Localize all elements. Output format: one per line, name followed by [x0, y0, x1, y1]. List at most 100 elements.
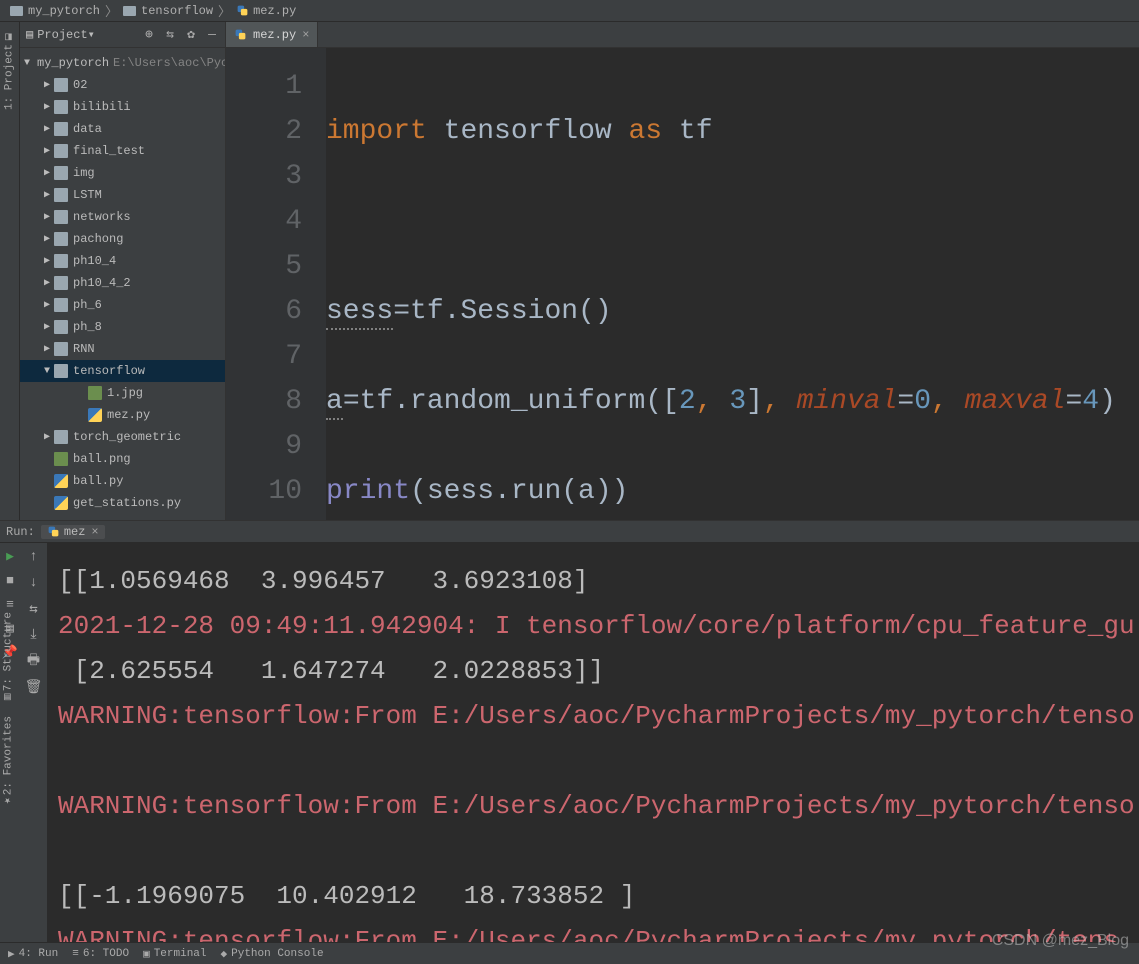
tree-label: 02: [73, 78, 87, 92]
editor-tabs: mez.py ×: [226, 22, 1139, 48]
expand-arrow-icon[interactable]: [42, 277, 52, 289]
folder-icon: [54, 342, 68, 356]
run-tab-label: mez: [64, 525, 86, 539]
tree-folder[interactable]: pachong: [20, 228, 225, 250]
project-tree[interactable]: my_pytorch E:\Users\aoc\Pyc 02 bilibilida…: [20, 48, 225, 520]
hide-icon[interactable]: —: [205, 28, 219, 42]
bottom-todo[interactable]: ≡6: TODO: [72, 948, 129, 960]
expand-arrow-icon[interactable]: [42, 299, 52, 311]
tree-folder[interactable]: networks: [20, 206, 225, 228]
run-header: Run: mez ×: [0, 521, 1139, 543]
print-icon[interactable]: 🖶: [26, 653, 42, 669]
tree-root[interactable]: my_pytorch E:\Users\aoc\Pyc: [20, 52, 225, 74]
tree-item[interactable]: get_stations.py: [20, 492, 225, 514]
expand-arrow-icon[interactable]: [42, 321, 52, 333]
line-number[interactable]: 10: [226, 469, 302, 514]
expand-arrow-icon[interactable]: [42, 189, 52, 201]
run-tab-mez[interactable]: mez ×: [41, 525, 105, 539]
bottom-terminal[interactable]: ▣Terminal: [143, 947, 206, 961]
bottom-python-console[interactable]: ◆Python Console: [221, 947, 324, 961]
console-line: [2.625554 1.647274 2.0228853]]: [58, 649, 1129, 694]
list-icon: ≡: [72, 948, 79, 960]
rerun-icon[interactable]: ▶: [3, 549, 17, 563]
expand-arrow-icon[interactable]: [42, 366, 52, 377]
tree-folder[interactable]: data: [20, 118, 225, 140]
bottom-run[interactable]: ▶4: Run: [8, 947, 58, 961]
expand-arrow-icon[interactable]: [42, 79, 52, 91]
crumb-project[interactable]: my_pytorch: [6, 4, 104, 18]
line-number[interactable]: 7: [226, 334, 302, 379]
tree-folder[interactable]: RNN: [20, 338, 225, 360]
editor-gutter[interactable]: 12345678910: [226, 48, 326, 520]
tool-tab-project[interactable]: 1: Project ◧: [3, 28, 16, 113]
collapse-icon[interactable]: ⇆: [163, 28, 177, 42]
tree-file[interactable]: 1.jpg: [20, 382, 225, 404]
file-icon: [88, 408, 102, 422]
console-line: [[-1.1969075 10.402912 18.733852 ]: [58, 874, 1129, 919]
expand-arrow-icon[interactable]: [42, 101, 52, 113]
expand-arrow-icon[interactable]: [42, 211, 52, 223]
project-view-combo[interactable]: ▤ Project ▾: [26, 27, 135, 42]
expand-arrow-icon[interactable]: [42, 431, 52, 443]
trash-icon[interactable]: 🗑: [26, 679, 42, 695]
tree-item[interactable]: ball.png: [20, 448, 225, 470]
crumb-file[interactable]: mez.py: [232, 4, 300, 18]
tree-label: pachong: [73, 232, 123, 246]
tree-folder[interactable]: ph_6: [20, 294, 225, 316]
folder-icon: [54, 100, 68, 114]
close-tab-icon[interactable]: ×: [91, 525, 98, 539]
tool-tab-favorites[interactable]: ★ 2: Favorites: [0, 710, 17, 814]
tree-label: img: [73, 166, 95, 180]
tree-label: get_stations.py: [73, 496, 181, 510]
tree-folder[interactable]: 02: [20, 74, 225, 96]
settings-icon[interactable]: ✿: [184, 28, 198, 42]
tree-item[interactable]: ball.py: [20, 470, 225, 492]
tree-folder[interactable]: bilibili: [20, 96, 225, 118]
expand-arrow-icon[interactable]: [42, 123, 52, 135]
project-tool-window: ▤ Project ▾ ⊕ ⇆ ✿ — my_pytorch E:\Users\…: [20, 22, 226, 520]
tree-folder[interactable]: LSTM: [20, 184, 225, 206]
close-tab-icon[interactable]: ×: [302, 28, 309, 42]
tree-folder[interactable]: final_test: [20, 140, 225, 162]
folder-icon: [54, 144, 68, 158]
locate-icon[interactable]: ⊕: [142, 28, 156, 42]
console-output[interactable]: [[1.0569468 3.996457 3.6923108]2021-12-2…: [48, 543, 1139, 943]
arrow-up-icon[interactable]: ↑: [26, 549, 42, 565]
line-number[interactable]: 5: [226, 244, 302, 289]
chevron-right-icon: 〉: [105, 1, 118, 20]
tool-tab-structure[interactable]: ▤ 7: Structure: [0, 606, 17, 710]
tree-folder[interactable]: img: [20, 162, 225, 184]
folder-icon: [54, 298, 68, 312]
line-number[interactable]: 1: [226, 64, 302, 109]
expand-arrow-icon[interactable]: [42, 233, 52, 245]
line-number[interactable]: 6: [226, 289, 302, 334]
line-number[interactable]: 3: [226, 154, 302, 199]
expand-arrow-icon[interactable]: [42, 167, 52, 179]
line-number[interactable]: 8: [226, 379, 302, 424]
arrow-down-icon[interactable]: ↓: [26, 575, 42, 591]
tree-folder-tensorflow[interactable]: tensorflow: [20, 360, 225, 382]
tree-folder[interactable]: ph_8: [20, 316, 225, 338]
tree-folder[interactable]: ph10_4: [20, 250, 225, 272]
line-number[interactable]: 4: [226, 199, 302, 244]
stop-icon[interactable]: ■: [3, 573, 17, 587]
expand-arrow-icon[interactable]: [42, 343, 52, 355]
crumb-folder[interactable]: tensorflow: [119, 4, 217, 18]
left-tool-strip-lower: ▤ 7: Structure ★ 2: Favorites: [0, 606, 20, 814]
line-number[interactable]: 9: [226, 424, 302, 469]
editor-tab-mez[interactable]: mez.py ×: [226, 22, 318, 47]
tree-folder[interactable]: ph10_4_2: [20, 272, 225, 294]
scroll-icon[interactable]: ⤓: [26, 627, 42, 643]
wrap-icon[interactable]: ⇆: [26, 601, 42, 617]
tree-file[interactable]: mez.py: [20, 404, 225, 426]
tree-item[interactable]: torch_geometric: [20, 426, 225, 448]
line-number[interactable]: 2: [226, 109, 302, 154]
expand-arrow-icon[interactable]: [24, 58, 30, 69]
file-icon: [54, 496, 68, 510]
tree-label: RNN: [73, 342, 95, 356]
code-editor[interactable]: import tensorflow as tf sess=tf.Session(…: [326, 48, 1139, 520]
expand-arrow-icon[interactable]: [42, 145, 52, 157]
expand-arrow-icon[interactable]: [42, 255, 52, 267]
run-tool-window: Run: mez × ▶ ■ ≡ ▤ 📌 ↑ ↓ ⇆ ⤓ 🖶 🗑 [[1.056…: [0, 520, 1139, 943]
crumb-text: mez.py: [253, 4, 296, 18]
